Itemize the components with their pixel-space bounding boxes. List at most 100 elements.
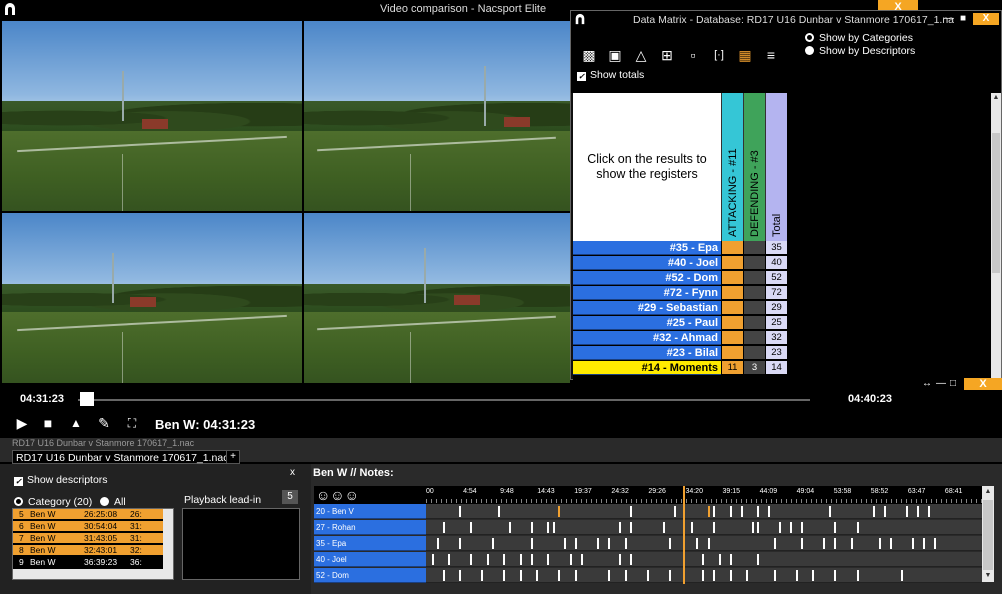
timeline-register-mark[interactable] bbox=[437, 538, 440, 549]
timeline-register-mark[interactable] bbox=[779, 522, 782, 533]
timeline-register-mark[interactable] bbox=[801, 538, 804, 549]
timeline-register-mark[interactable] bbox=[834, 522, 837, 533]
timeline-register-mark[interactable] bbox=[757, 506, 760, 517]
timeline-register-mark[interactable] bbox=[889, 538, 892, 549]
timeline-register-mark[interactable] bbox=[575, 570, 578, 581]
add-tab-button[interactable]: + bbox=[226, 450, 240, 464]
timeline-register-mark[interactable] bbox=[718, 554, 721, 565]
timeline-register-mark[interactable] bbox=[740, 506, 743, 517]
timeline-register-mark[interactable] bbox=[856, 570, 859, 581]
timeline-register-mark[interactable] bbox=[729, 570, 732, 581]
matrix-column-header[interactable]: Total bbox=[765, 93, 787, 241]
timeline-register-mark[interactable] bbox=[470, 522, 473, 533]
timeline-register-mark[interactable] bbox=[558, 570, 561, 581]
matrix-row-label[interactable]: #25 - Paul bbox=[573, 316, 721, 330]
timeline-register-mark[interactable] bbox=[768, 506, 771, 517]
play-icon[interactable]: ▶ bbox=[14, 415, 30, 431]
timeline-register-mark[interactable] bbox=[547, 522, 550, 533]
timeline-register-mark[interactable] bbox=[922, 538, 925, 549]
timeline-register-mark[interactable] bbox=[564, 538, 566, 549]
comment-icon[interactable]: ▩ bbox=[581, 47, 597, 63]
timeline-row-label[interactable]: 20 - Ben V bbox=[314, 504, 426, 519]
users-icon[interactable]: ☺☺☺ bbox=[316, 487, 359, 503]
tab-active-database[interactable]: RD17 U16 Dunbar v Stanmore 170617_1.nac bbox=[12, 450, 233, 464]
timeline-register-mark[interactable] bbox=[707, 506, 710, 517]
timeline-register-mark[interactable] bbox=[911, 538, 914, 549]
timeline-register-mark[interactable] bbox=[624, 538, 627, 549]
timeline-register-mark[interactable] bbox=[702, 554, 704, 565]
timeline-register-mark[interactable] bbox=[486, 554, 489, 565]
timeline-register-mark[interactable] bbox=[619, 554, 622, 565]
timeline-register-mark[interactable] bbox=[552, 522, 555, 533]
timeline-register-mark[interactable] bbox=[801, 522, 804, 533]
timeline-register-mark[interactable] bbox=[624, 570, 627, 581]
matrix-row-label[interactable]: #52 - Dom bbox=[573, 271, 721, 285]
matrix-cell[interactable] bbox=[721, 316, 743, 330]
timeline-register-mark[interactable] bbox=[608, 538, 611, 549]
timeline-register-mark[interactable] bbox=[558, 506, 561, 517]
timeline-register-mark[interactable] bbox=[459, 506, 462, 517]
timeline-track[interactable] bbox=[426, 504, 982, 519]
timeline-register-mark[interactable] bbox=[729, 506, 732, 517]
timeline-register-mark[interactable] bbox=[834, 570, 837, 581]
timeline-register-mark[interactable] bbox=[503, 554, 506, 565]
timeline-register-mark[interactable] bbox=[757, 522, 760, 533]
matrix-cell[interactable] bbox=[743, 256, 765, 270]
timeline-register-mark[interactable] bbox=[580, 554, 583, 565]
show-descriptors-checkbox[interactable]: ✓ Show descriptors bbox=[14, 474, 108, 486]
timeline-playhead[interactable] bbox=[683, 486, 685, 584]
timeline-register-mark[interactable] bbox=[773, 538, 776, 549]
timeline-register-mark[interactable] bbox=[751, 522, 754, 533]
matrix-row-label[interactable]: #23 - Bilal bbox=[573, 346, 721, 360]
scroll-up-icon[interactable]: ▲ bbox=[982, 486, 994, 498]
restore-icon[interactable]: □ bbox=[950, 378, 956, 389]
timeline-register-mark[interactable] bbox=[906, 506, 909, 517]
matrix-cell[interactable]: 72 bbox=[765, 286, 787, 300]
matrix-cell[interactable] bbox=[721, 241, 743, 255]
timeline-register-mark[interactable] bbox=[536, 570, 539, 581]
matrix-cell[interactable]: 35 bbox=[765, 241, 787, 255]
matrix-cell[interactable]: 11 bbox=[721, 361, 743, 375]
bracket-icon[interactable]: [·] bbox=[711, 47, 727, 63]
timeline-register-mark[interactable] bbox=[530, 522, 533, 533]
timeline-register-mark[interactable] bbox=[608, 570, 611, 581]
timeline-register-mark[interactable] bbox=[674, 506, 677, 517]
matrix-cell[interactable] bbox=[743, 316, 765, 330]
matrix-row-label[interactable]: #29 - Sebastian bbox=[573, 301, 721, 315]
playback-leadin-value[interactable]: 5 bbox=[282, 490, 298, 504]
video-view-2[interactable] bbox=[304, 21, 570, 211]
category-row[interactable]: 9 Ben W 36:39:23 36: bbox=[13, 557, 163, 567]
category-list-vscroll[interactable] bbox=[163, 509, 173, 569]
timeline-register-mark[interactable] bbox=[519, 554, 522, 565]
matrix-cell[interactable] bbox=[721, 256, 743, 270]
timeline-register-mark[interactable] bbox=[834, 538, 837, 549]
matrix-cell[interactable] bbox=[743, 346, 765, 360]
category-row[interactable]: 6 Ben W 30:54:04 31: bbox=[13, 521, 163, 531]
timeline-register-mark[interactable] bbox=[668, 570, 671, 581]
clapper-icon[interactable]: ▣ bbox=[607, 47, 623, 63]
matrix-cell[interactable] bbox=[743, 241, 765, 255]
timeline-register-mark[interactable] bbox=[619, 522, 622, 533]
timeline-track[interactable] bbox=[426, 520, 982, 535]
timeline-register-mark[interactable] bbox=[569, 554, 572, 565]
matrix-cell[interactable]: 3 bbox=[743, 361, 765, 375]
minimize-icon[interactable]: — bbox=[936, 378, 946, 389]
timeline-register-mark[interactable] bbox=[442, 522, 445, 533]
timeline-register-mark[interactable] bbox=[812, 570, 815, 581]
data-matrix-close-button[interactable]: X bbox=[973, 13, 999, 25]
show-by-descriptors-radio[interactable]: Show by Descriptors bbox=[805, 45, 915, 57]
timeline-register-mark[interactable] bbox=[828, 506, 831, 517]
timeline-register-mark[interactable] bbox=[497, 506, 500, 517]
video-view-4[interactable] bbox=[304, 213, 570, 383]
timeline-register-mark[interactable] bbox=[630, 522, 633, 533]
timeline-register-mark[interactable] bbox=[878, 538, 881, 549]
restore-button[interactable]: ■ bbox=[957, 13, 969, 25]
timeline-register-mark[interactable] bbox=[481, 570, 484, 581]
timeline-register-mark[interactable] bbox=[757, 554, 760, 565]
timeline-track[interactable] bbox=[426, 536, 982, 551]
grid-icon[interactable]: ⊞ bbox=[659, 47, 675, 63]
matrix-cell[interactable] bbox=[743, 301, 765, 315]
matrix-column-header[interactable]: DEFENDING - #3 bbox=[743, 93, 765, 241]
matrix-row-label[interactable]: #35 - Epa bbox=[573, 241, 721, 255]
matrix-cell[interactable] bbox=[721, 346, 743, 360]
